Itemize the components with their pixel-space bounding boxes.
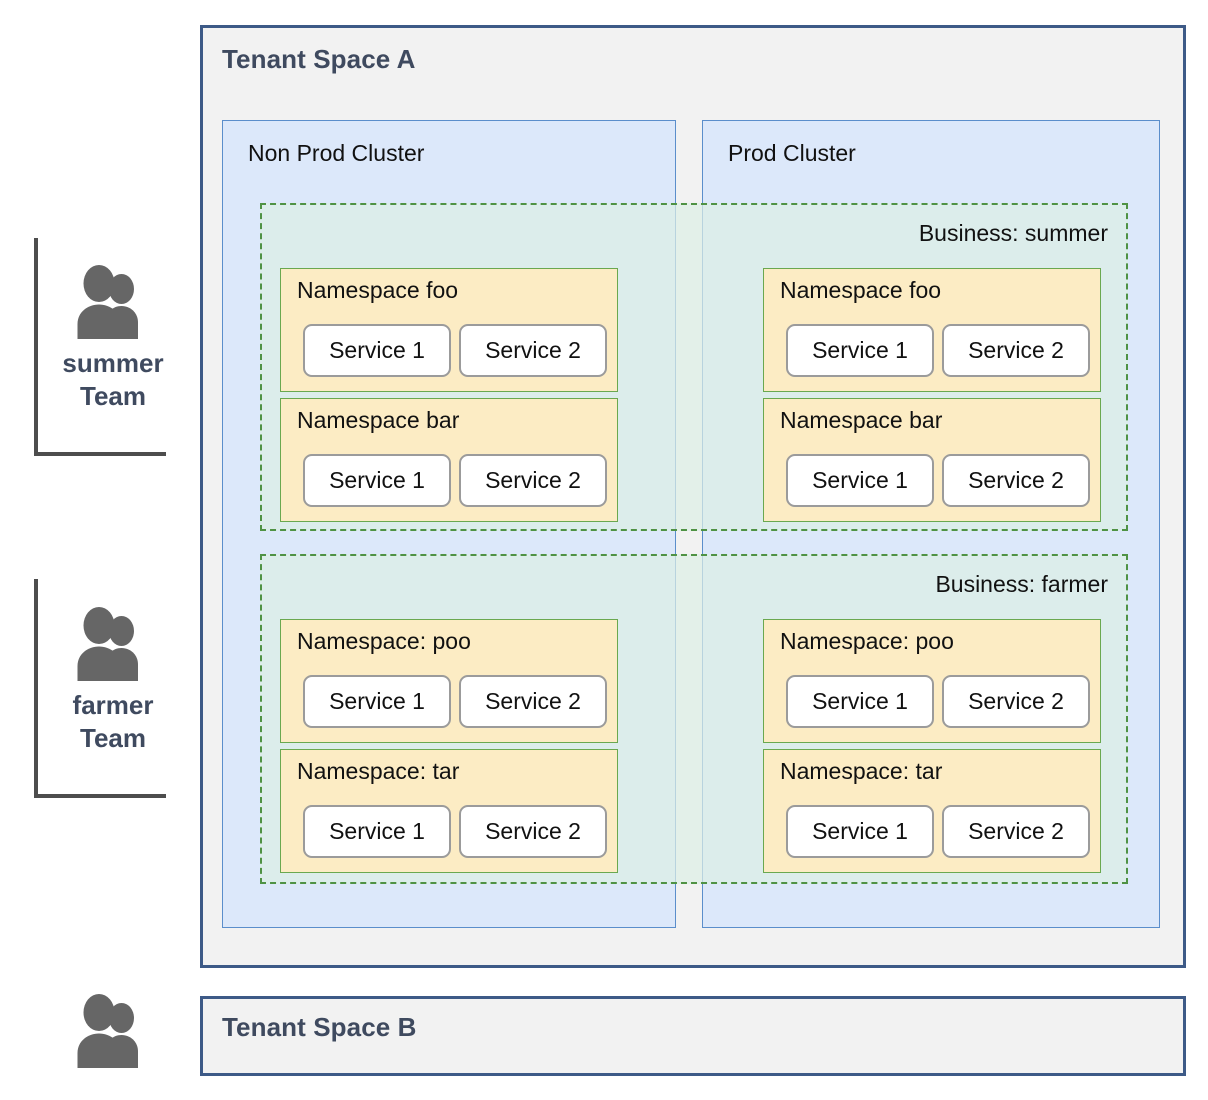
farmer-team-label: farmer Team — [38, 689, 188, 754]
service-box[interactable]: Service 1 — [303, 675, 451, 728]
namespace-title: Namespace bar — [297, 407, 460, 433]
people-icon — [77, 607, 138, 681]
service-box[interactable]: Service 1 — [303, 454, 451, 507]
farmer-team-name: farmer — [72, 690, 154, 720]
summer-team-name: summer — [62, 348, 164, 378]
farmer-team-suffix: Team — [80, 722, 146, 753]
tenant-space-a-title: Tenant Space A — [222, 44, 416, 74]
service-box[interactable]: Service 2 — [942, 805, 1090, 858]
service-box[interactable]: Service 2 — [459, 324, 607, 377]
summer-team-suffix: Team — [80, 380, 146, 411]
prod-cluster-title: Prod Cluster — [728, 140, 856, 166]
business-summer-label: Business: summer — [918, 220, 1108, 246]
service-box[interactable]: Service 1 — [303, 324, 451, 377]
namespace-title: Namespace: poo — [297, 628, 471, 654]
summer-team-block: summer Team — [38, 265, 188, 412]
namespace-title: Namespace: tar — [780, 758, 943, 784]
namespace-title: Namespace foo — [780, 277, 942, 303]
service-box[interactable]: Service 1 — [786, 324, 934, 377]
service-box[interactable]: Service 2 — [942, 454, 1090, 507]
service-box[interactable]: Service 2 — [459, 675, 607, 728]
service-box[interactable]: Service 1 — [786, 805, 934, 858]
people-icon — [77, 265, 138, 339]
people-icon — [77, 994, 138, 1068]
service-box[interactable]: Service 2 — [459, 454, 607, 507]
farmer-team-block: farmer Team — [38, 607, 188, 754]
namespace-title: Namespace foo — [297, 277, 459, 303]
service-box[interactable]: Service 2 — [942, 324, 1090, 377]
service-box[interactable]: Service 1 — [786, 454, 934, 507]
tenant-space-b-title: Tenant Space B — [222, 1012, 417, 1042]
namespace-title: Namespace: poo — [780, 628, 954, 654]
namespace-title: Namespace: tar — [297, 758, 460, 784]
business-farmer-label: Business: farmer — [935, 571, 1108, 597]
summer-team-label: summer Team — [38, 347, 188, 412]
service-box[interactable]: Service 2 — [459, 805, 607, 858]
service-box[interactable]: Service 1 — [303, 805, 451, 858]
service-box[interactable]: Service 1 — [786, 675, 934, 728]
service-box[interactable]: Service 2 — [942, 675, 1090, 728]
namespace-title: Namespace bar — [780, 407, 943, 433]
non-prod-cluster-title: Non Prod Cluster — [248, 140, 425, 166]
